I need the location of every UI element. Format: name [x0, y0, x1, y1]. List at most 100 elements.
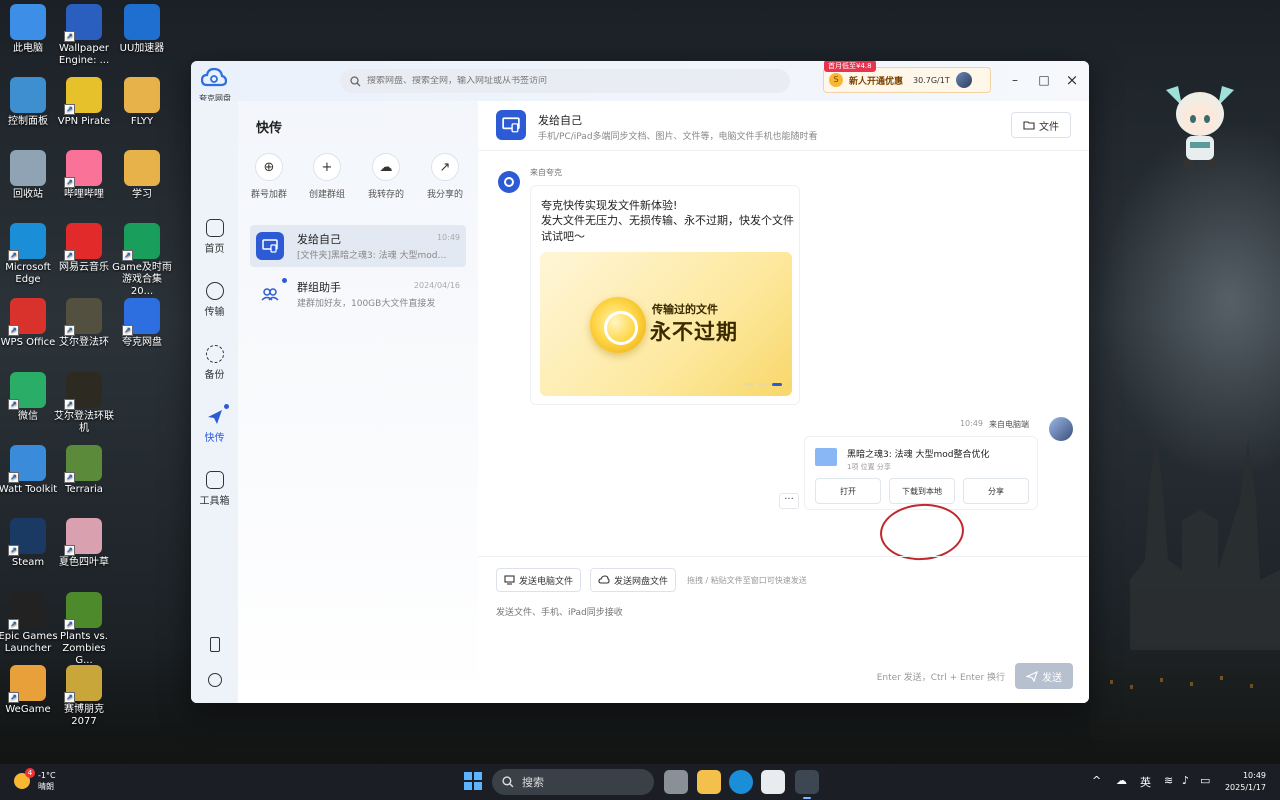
- desktop-icon-terraria[interactable]: ↗ Terraria: [54, 445, 114, 496]
- download-to-local-button[interactable]: 下载到本地: [889, 478, 955, 504]
- desktop-icon-watt-toolkit[interactable]: ↗ Watt Toolkit: [0, 445, 58, 496]
- desktop-icon-recycle-bin[interactable]: 回收站: [0, 150, 58, 201]
- conversation-item[interactable]: 群组助手 建群加好友，100GB大文件直接发 2024/04/16: [250, 273, 466, 315]
- battery-icon[interactable]: ▭: [1200, 774, 1210, 787]
- quick-action-my-saved[interactable]: ☁ 我转存的: [357, 153, 415, 200]
- desktop-icon-plants-vs-zombies[interactable]: ↗ Plants vs. Zombies G...: [54, 592, 114, 667]
- start-button[interactable]: [464, 772, 482, 790]
- desktop-icon-wegame[interactable]: ↗ WeGame: [0, 665, 58, 716]
- ime-indicator[interactable]: 英: [1140, 774, 1151, 790]
- files-button[interactable]: 文件: [1011, 112, 1071, 138]
- shortcut-arrow-icon: ↗: [64, 31, 75, 42]
- quick-action-join-by-group-id[interactable]: ⊕ 群号加群: [240, 153, 298, 200]
- search-input[interactable]: [367, 76, 767, 86]
- highlight-annotation: [878, 501, 966, 563]
- conversation-time: 10:49: [436, 233, 460, 242]
- desktop-icon-this-pc[interactable]: 此电脑: [0, 4, 58, 55]
- carousel-dots: [744, 383, 782, 386]
- desktop-icon-epic-games[interactable]: ↗ Epic Games Launcher: [0, 592, 58, 655]
- desktop-icon-label: 回收站: [13, 189, 43, 200]
- recycle-bin-icon: [10, 150, 46, 186]
- global-search[interactable]: [340, 69, 790, 93]
- settings-button[interactable]: [191, 673, 238, 690]
- file-explorer-icon[interactable]: [697, 770, 721, 794]
- quark-drive-taskbar-icon[interactable]: [795, 770, 819, 799]
- desktop-icon-netease-music[interactable]: ↗ 网易云音乐: [54, 223, 114, 274]
- desktop-icon-wechat[interactable]: ↗ 微信: [0, 372, 58, 423]
- nav-backup[interactable]: 备份: [191, 345, 238, 381]
- desktop-icon-label: Terraria: [65, 484, 103, 495]
- carousel-dot[interactable]: [744, 383, 754, 386]
- quick-action-my-shared[interactable]: ↗ 我分享的: [416, 153, 474, 200]
- shortcut-arrow-icon: ↗: [8, 472, 19, 483]
- desktop-icon-quark-drive[interactable]: ↗ 夸克网盘: [112, 298, 172, 349]
- send-cloud-file-button[interactable]: 发送网盘文件: [590, 568, 677, 592]
- desktop-icon-control-panel[interactable]: 控制面板: [0, 77, 58, 128]
- desktop-icon-wallpaper-engine[interactable]: ↗ Wallpaper Engine: ...: [54, 4, 114, 67]
- shortcut-arrow-icon: ↗: [8, 619, 19, 630]
- nav-quick-send[interactable]: 快传: [191, 408, 238, 444]
- desktop-icon-label: 夸克网盘: [122, 337, 162, 348]
- desktop-icon-elden-ring[interactable]: ↗ 艾尔登法环: [54, 298, 114, 349]
- maximize-button[interactable]: □: [1036, 72, 1052, 88]
- desktop-icon-wps-office[interactable]: ↗ WPS Office: [0, 298, 58, 349]
- desktop-icon-game-collection[interactable]: ↗ Game及时雨 游戏合集20...: [112, 223, 172, 298]
- quick-action-create-group[interactable]: + 创建群组: [298, 153, 356, 200]
- desktop-icon-elden-ring-coop[interactable]: ↗ 艾尔登法环联机: [54, 372, 114, 435]
- share-button[interactable]: 分享: [963, 478, 1029, 504]
- quick-action-label: 创建群组: [308, 190, 345, 200]
- store-icon[interactable]: [761, 770, 785, 794]
- drag-hint: 拖拽 / 粘贴文件至窗口可快速发送: [687, 576, 807, 585]
- desktop-icon-label: UU加速器: [119, 43, 165, 54]
- cloud-tray-icon[interactable]: ☁: [1116, 774, 1127, 787]
- app-logo[interactable]: 夸克网盘: [199, 67, 231, 104]
- carousel-dot-active[interactable]: [772, 383, 782, 386]
- epic-games-icon: ↗: [8, 592, 46, 630]
- minimize-button[interactable]: –: [1007, 72, 1023, 88]
- task-view-icon[interactable]: [664, 770, 688, 794]
- clock-time: 10:49: [1242, 771, 1266, 780]
- bilibili-icon: ↗: [64, 150, 102, 188]
- message-input[interactable]: [496, 605, 1066, 665]
- left-navigation: 首页 传输 备份 快传 工具箱: [191, 101, 238, 703]
- wallpaper-engine-icon: ↗: [64, 4, 102, 42]
- desktop-icon-steam[interactable]: ↗ Steam: [0, 518, 58, 569]
- cloud-icon: [598, 575, 610, 584]
- carousel-dot[interactable]: [758, 383, 768, 386]
- promo-carousel[interactable]: 传输过的文件 永不过期: [540, 252, 792, 396]
- desktop-icon-natsuiro-yotsuba[interactable]: ↗ 夏色四叶草: [54, 518, 114, 569]
- open-button[interactable]: 打开: [815, 478, 881, 504]
- weather-widget[interactable]: 4 -1°C 晴朗: [14, 768, 56, 792]
- clock[interactable]: 10:49 2025/1/17: [1225, 770, 1266, 794]
- nav-toolbox[interactable]: 工具箱: [191, 471, 238, 507]
- conversation-title: 群组助手: [297, 281, 341, 294]
- user-avatar[interactable]: [955, 72, 972, 88]
- wifi-icon[interactable]: ≋: [1164, 774, 1173, 787]
- mobile-device-button[interactable]: [191, 637, 238, 655]
- send-button[interactable]: 发送: [1015, 663, 1073, 689]
- button-label: 发送电脑文件: [519, 576, 574, 587]
- desktop-icon-microsoft-edge[interactable]: ↗ Microsoft Edge: [0, 223, 58, 286]
- desktop-icon-label: WeGame: [5, 704, 51, 715]
- volume-icon[interactable]: ♪: [1182, 774, 1189, 787]
- send-pc-file-button[interactable]: 发送电脑文件: [496, 568, 582, 592]
- more-options-button[interactable]: ···: [779, 493, 799, 509]
- promo-badge: 首月低至¥4.8: [824, 61, 876, 72]
- nav-home[interactable]: 首页: [191, 219, 238, 255]
- desktop-icon-uu-accelerator[interactable]: UU加速器: [112, 4, 172, 55]
- close-button[interactable]: ×: [1064, 72, 1080, 88]
- nav-transfer[interactable]: 传输: [191, 282, 238, 318]
- shortcut-arrow-icon: ↗: [64, 177, 75, 188]
- desktop-icon-cyberpunk-2077[interactable]: ↗ 赛博朋克 2077: [54, 665, 114, 728]
- edge-icon[interactable]: [729, 770, 753, 794]
- elden-ring-icon: ↗: [64, 298, 102, 336]
- chevron-up-icon[interactable]: ^: [1092, 774, 1101, 787]
- chat-area: 发给自己 手机/PC/iPad多端同步文档、图片、文件等，电脑文件手机也能随时看…: [478, 101, 1089, 703]
- desktop-icon-vpn-pirate[interactable]: ↗ VPN Pirate: [54, 77, 114, 128]
- taskbar-search[interactable]: 搜索: [492, 769, 654, 795]
- desktop-icon-study-folder[interactable]: 学习: [112, 150, 172, 201]
- conversation-item[interactable]: 发给自己 [文件夹]黑暗之魂3: 法魂 大型mod整... 10:49: [250, 225, 466, 267]
- desktop-icon-bilibili[interactable]: ↗ 哔哩哔哩: [54, 150, 114, 201]
- desktop-icon-flyy-folder[interactable]: FLYY: [112, 77, 172, 128]
- promo-banner[interactable]: 首月低至¥4.8 S 新人开通优惠 30.7G/1T: [823, 61, 991, 93]
